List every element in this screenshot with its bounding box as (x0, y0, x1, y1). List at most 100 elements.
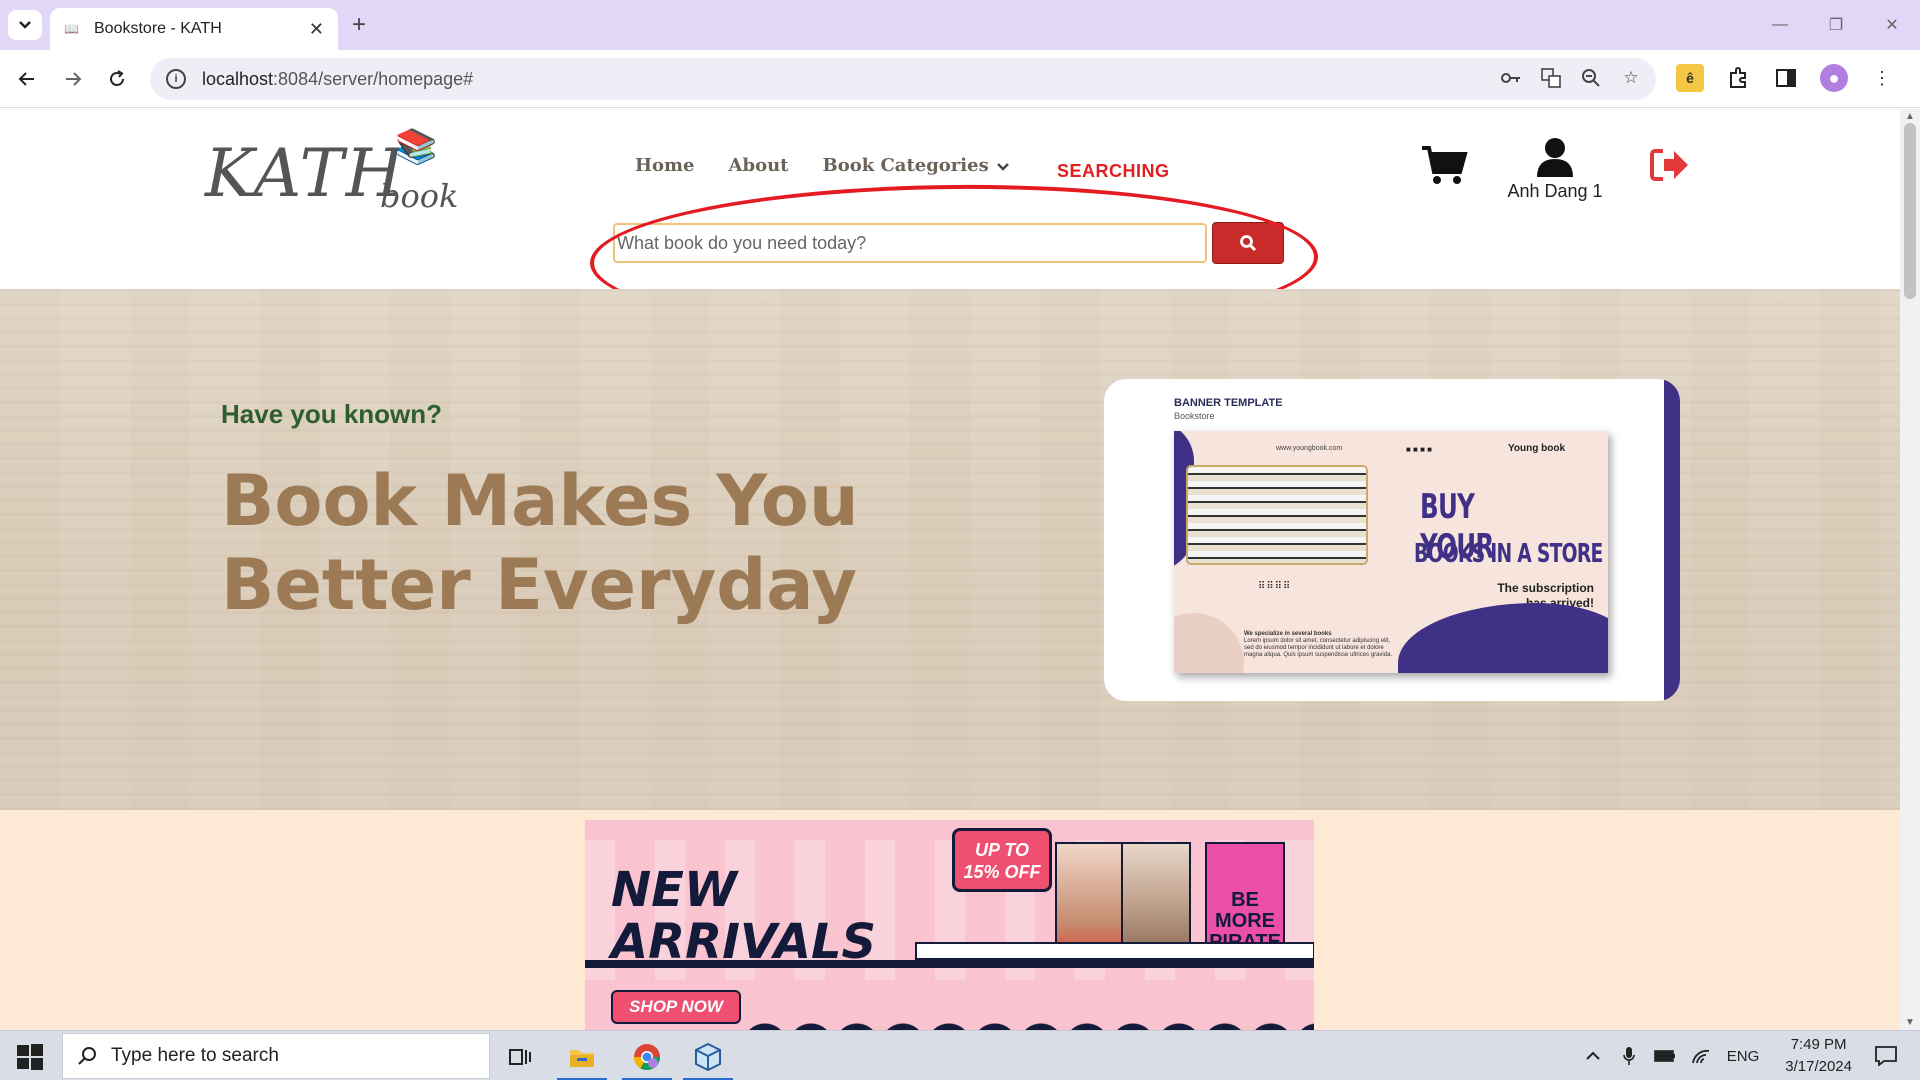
omnibox-actions: ☆ (1500, 67, 1642, 89)
promo-line2: 15% OFF (963, 862, 1041, 882)
new-arrivals-banner[interactable]: NEW ARRIVALS UP TO 15% OFF BE MORE PIRAT… (585, 820, 1314, 1030)
puzzle-extensions-icon[interactable] (1724, 64, 1752, 92)
user-account[interactable]: Anh Dang 1 (1505, 137, 1605, 202)
banner-circle-shape (1174, 613, 1244, 673)
chevron-up-icon[interactable] (1578, 1041, 1608, 1071)
search-icon (78, 1047, 96, 1065)
promo-line1: UP TO (974, 840, 1029, 860)
banner-image: www.youngbook.com ■ ■ ■ ■ Young book BUY… (1174, 431, 1608, 673)
banner-sublabel: Bookstore (1174, 411, 1215, 421)
more-menu-icon[interactable]: ⋮ (1868, 64, 1896, 92)
site-logo[interactable]: KATH 📚 book (205, 127, 459, 217)
windows-taskbar: Type here to search ENG 7:49 PM 3/17/202… (0, 1030, 1920, 1080)
banner-small-heading: We specialize in several books (1244, 631, 1332, 637)
arrivals-title-line1: NEW (611, 862, 737, 918)
extensions-area: ê ● ⋮ (1676, 64, 1896, 92)
site-header: KATH 📚 book Home About Book Categories S… (0, 109, 1900, 339)
close-window-icon[interactable]: ✕ (1864, 0, 1920, 50)
scroll-up-icon[interactable]: ▲ (1905, 111, 1915, 122)
chevron-down-icon (19, 21, 31, 29)
scroll-thumb[interactable] (1904, 123, 1916, 299)
banner-social-icons: ■ ■ ■ ■ (1406, 445, 1432, 454)
logout-icon[interactable] (1650, 147, 1690, 183)
nav-about[interactable]: About (729, 155, 789, 176)
wifi-icon[interactable] (1686, 1041, 1716, 1071)
url-text: localhost:8084/server/homepage# (202, 69, 473, 90)
translate-icon[interactable] (1540, 67, 1562, 89)
banner-brand: Young book (1508, 443, 1566, 454)
site-info-icon[interactable]: i (166, 69, 186, 89)
minimize-icon[interactable]: — (1752, 0, 1808, 50)
banner-label: BANNER TEMPLATE (1174, 397, 1283, 409)
microphone-icon[interactable] (1614, 1041, 1644, 1071)
restore-icon[interactable]: ❐ (1808, 0, 1864, 50)
book-favicon-icon: 📖 (64, 22, 79, 36)
zoom-out-icon[interactable] (1580, 67, 1602, 89)
url-path: :8084/server/homepage# (273, 68, 474, 89)
url-host: localhost (202, 68, 274, 89)
scroll-down-icon[interactable]: ▼ (1905, 1017, 1915, 1028)
search-input[interactable] (613, 223, 1207, 263)
forward-arrow-icon[interactable] (58, 64, 88, 94)
reload-icon[interactable] (102, 64, 132, 94)
banner-card: BANNER TEMPLATE Bookstore www.youngbook.… (1104, 379, 1680, 701)
book-stack-icon: 📚 (395, 128, 438, 166)
extension-e-icon[interactable]: ê (1676, 64, 1704, 92)
nav-book-categories[interactable]: Book Categories (822, 155, 1009, 176)
user-icon (1537, 138, 1573, 177)
battery-icon[interactable] (1650, 1041, 1680, 1071)
side-panel-icon[interactable] (1772, 64, 1800, 92)
cart-icon[interactable] (1420, 144, 1468, 186)
address-bar[interactable]: i localhost:8084/server/homepage# ☆ (150, 58, 1656, 100)
logo-text-sub: book (380, 177, 459, 215)
taskbar-search[interactable]: Type here to search (62, 1033, 490, 1079)
arrivals-title: NEW ARRIVALS (611, 864, 876, 968)
new-tab-button[interactable]: + (352, 11, 366, 39)
search-button[interactable] (1212, 222, 1284, 264)
page-viewport: KATH 📚 book Home About Book Categories S… (0, 109, 1900, 1030)
file-explorer-icon[interactable] (557, 1039, 607, 1080)
banner-dots-decoration: ⠿⠿⠿⠿ (1258, 581, 1292, 592)
profile-avatar-icon[interactable]: ● (1820, 64, 1848, 92)
password-key-icon[interactable] (1500, 67, 1522, 89)
windows-start-icon[interactable] (16, 1043, 44, 1071)
train-decoration (915, 942, 1314, 960)
chevron-down-icon (996, 163, 1009, 171)
user-name: Anh Dang 1 (1507, 181, 1603, 201)
clock[interactable]: 7:49 PM 3/17/2024 (1785, 1034, 1852, 1078)
logo-text-main: KATH (205, 135, 406, 212)
tab-title: Bookstore - KATH (94, 20, 222, 37)
main-nav: Home About Book Categories (635, 155, 1009, 176)
banner-wave-shape (1398, 603, 1608, 673)
hero-section: Have you known? Book Makes You Better Ev… (0, 289, 1900, 810)
taskbar-search-placeholder: Type here to search (111, 1045, 279, 1066)
back-arrow-icon[interactable] (12, 64, 42, 94)
annotation-label: SEARCHING (1057, 161, 1170, 181)
notifications-icon[interactable] (1866, 1041, 1906, 1071)
rail-decoration (585, 960, 1314, 968)
virtualbox-icon[interactable] (683, 1039, 733, 1080)
banner-books-photo (1188, 467, 1366, 563)
search-icon (1240, 235, 1257, 252)
banner-small-text: We specialize in several books Lorem ips… (1244, 631, 1394, 659)
browser-tab-bar: 📖 Bookstore - KATH ✕ + — ❐ ✕ (0, 0, 1920, 50)
window-controls: — ❐ ✕ (1752, 0, 1920, 50)
system-tray: ENG 7:49 PM 3/17/2024 (1575, 1031, 1920, 1080)
chrome-icon[interactable] (622, 1039, 672, 1080)
clock-date: 3/17/2024 (1785, 1058, 1852, 1075)
tab-search-button[interactable] (8, 10, 42, 40)
browser-tab[interactable]: 📖 Bookstore - KATH ✕ (50, 8, 338, 50)
hero-title: Book Makes You Better Everyday (221, 460, 859, 626)
banner-headline-2: BOOKS IN A STORE (1414, 539, 1603, 569)
nav-home[interactable]: Home (635, 155, 695, 176)
bookmark-star-icon[interactable]: ☆ (1620, 67, 1642, 89)
browser-toolbar: i localhost:8084/server/homepage# ☆ ê ● … (0, 50, 1920, 108)
banner-card-edge (1664, 379, 1680, 701)
task-view-icon[interactable] (500, 1039, 540, 1075)
hero-subtitle: Have you known? (221, 399, 443, 429)
shop-now-button[interactable]: SHOP NOW (611, 990, 741, 1024)
language-indicator[interactable]: ENG (1727, 1048, 1760, 1065)
clock-time: 7:49 PM (1790, 1036, 1847, 1053)
close-tab-icon[interactable]: ✕ (309, 19, 324, 40)
page-scrollbar[interactable]: ▲ ▼ (1900, 109, 1920, 1030)
